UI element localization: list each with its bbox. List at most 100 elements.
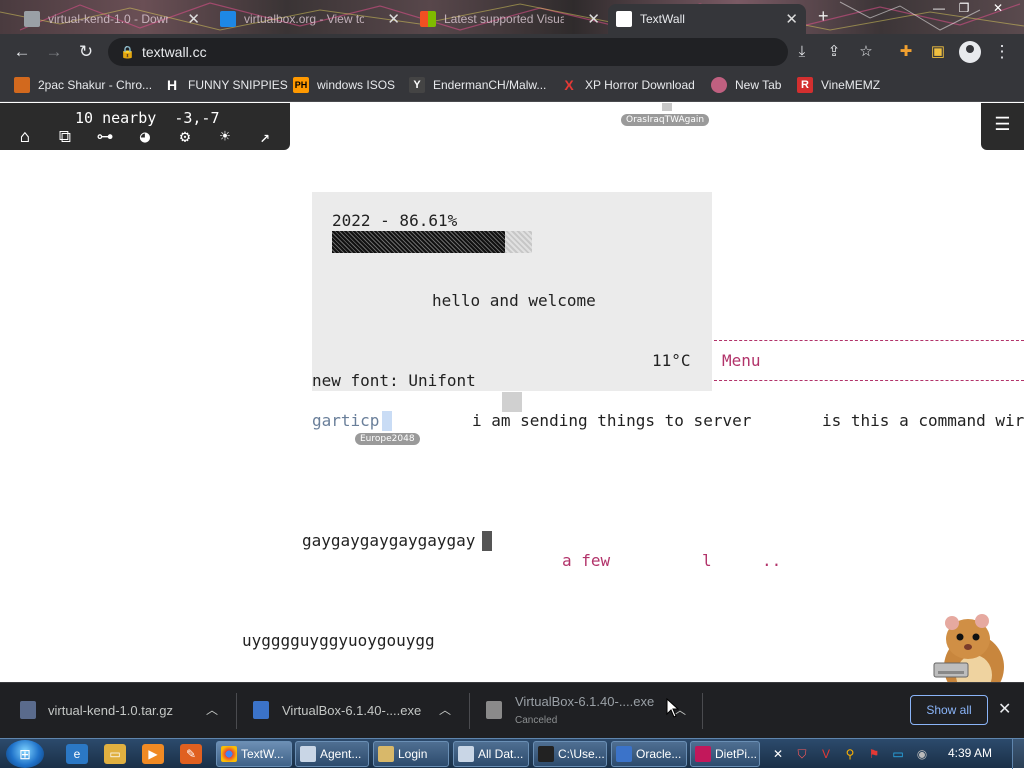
close-icon[interactable]: ✕ xyxy=(785,10,798,28)
bookmark-label: EndermanCH/Malw... xyxy=(433,78,547,92)
x-tray-icon[interactable]: ✕ xyxy=(770,746,786,762)
file-icon xyxy=(24,11,40,27)
lock-icon[interactable]: 🔒 xyxy=(120,38,135,66)
chat-icon[interactable]: ☰ xyxy=(981,103,1024,150)
h-icon: H xyxy=(166,77,178,93)
install-icon[interactable]: ⤓ xyxy=(792,42,812,62)
download-name: virtual-kend-1.0.tar.gz xyxy=(48,703,174,718)
bookmark-item[interactable]: 2pac Shakur - Chro... xyxy=(14,77,152,93)
tab-title: Latest supported Visual xyxy=(444,12,564,26)
bookmark-label: windows ISOS xyxy=(317,78,396,92)
taskbar-item[interactable]: Agent... xyxy=(295,741,369,767)
new-tab-button[interactable]: + xyxy=(818,6,829,27)
expand-arrow-icon[interactable]: ↗ xyxy=(254,127,276,147)
bookmark-star-icon[interactable]: ☆ xyxy=(856,42,876,62)
bookmark-label: VineMEMZ xyxy=(821,78,881,92)
taskbar-label: C:\Use... xyxy=(558,747,605,761)
few-text: a few xyxy=(562,551,611,570)
share-icon[interactable]: ⇪ xyxy=(824,42,844,62)
bookmark-label: FUNNY SNIPPIES xyxy=(188,78,288,92)
bookmarks-bar: 2pac Shakur - Chro... H FUNNY SNIPPIES P… xyxy=(0,70,1024,102)
copy-icon[interactable]: ⧉ xyxy=(54,127,76,147)
taskbar-item[interactable]: TextW... xyxy=(216,741,292,767)
text-caret xyxy=(482,531,492,551)
window-icon xyxy=(300,746,316,762)
taskbar-item[interactable]: Login xyxy=(373,741,449,767)
link-icon[interactable]: ⊶ xyxy=(94,127,116,147)
7zip-icon xyxy=(538,746,554,762)
clock[interactable]: 4:39 AM xyxy=(948,746,992,760)
year-progress-label: 2022 - 86.61% xyxy=(332,211,458,230)
media-player-icon[interactable]: ▶ xyxy=(142,744,164,764)
show-all-button[interactable]: Show all xyxy=(910,695,988,725)
bookmark-item[interactable]: PH windows ISOS xyxy=(293,77,395,93)
paint-icon[interactable]: ✎ xyxy=(180,744,202,764)
bookmark-item[interactable]: R VineMEMZ xyxy=(797,77,880,93)
folder-icon[interactable]: ▭ xyxy=(104,744,126,764)
v-tray-icon[interactable]: V xyxy=(818,746,834,762)
tab-microsoft[interactable]: Latest supported Visual ✕ xyxy=(412,4,608,34)
menu-dots-icon[interactable]: ⋮ xyxy=(992,42,1012,62)
bookmark-item[interactable]: X XP Horror Download xyxy=(561,77,695,93)
window-close-icon[interactable]: ✕ xyxy=(987,1,1009,15)
minimize-icon[interactable]: — xyxy=(928,1,950,15)
chevron-up-icon[interactable]: ︿ xyxy=(439,701,451,718)
palette-icon[interactable]: ◕ xyxy=(134,127,156,147)
tab-strip: virtual-kend-1.0 - Down ✕ virtualbox.org… xyxy=(0,0,1024,34)
cursor-name-tag: OrasIraqTWAgain xyxy=(621,114,710,126)
divider xyxy=(702,693,703,729)
taskbar-label: Login xyxy=(398,747,428,761)
taskbar-item[interactable]: Oracle... xyxy=(611,741,687,767)
back-icon[interactable]: ← xyxy=(12,42,32,62)
bookmark-item[interactable]: New Tab xyxy=(711,77,781,93)
textwall-canvas[interactable]: 10 nearby -3,-7 ⌂ ⧉ ⊶ ◕ ⚙ ☀ ↗ ☰ OrasIraq… xyxy=(0,103,1024,682)
reload-icon[interactable]: ↻ xyxy=(76,42,96,62)
volume-tray-icon[interactable]: ◉ xyxy=(914,746,930,762)
bookmark-item[interactable]: H FUNNY SNIPPIES xyxy=(164,77,288,93)
flag-tray-icon[interactable]: ⚑ xyxy=(866,746,882,762)
textwall-control-panel: 10 nearby -3,-7 ⌂ ⧉ ⊶ ◕ ⚙ ☀ ↗ xyxy=(0,103,290,150)
extensions-icon[interactable]: ✚ xyxy=(896,42,916,62)
ie-icon[interactable]: e xyxy=(66,744,88,764)
close-icon[interactable]: ✕ xyxy=(187,10,200,28)
chrome-icon xyxy=(221,746,237,762)
taskbar-item[interactable]: DietPi... xyxy=(690,741,760,767)
maximize-icon[interactable]: ❐ xyxy=(953,1,975,15)
start-button[interactable]: ⊞ xyxy=(6,740,44,768)
taskbar-item[interactable]: All Dat... xyxy=(453,741,529,767)
ph-icon: PH xyxy=(293,77,309,93)
windows-logo-icon: ⊞ xyxy=(19,746,31,762)
shield-tray-icon[interactable]: ⛉ xyxy=(794,746,810,762)
year-progress-fill xyxy=(332,231,506,253)
sidebar-icon[interactable]: ▣ xyxy=(928,42,948,62)
display-tray-icon[interactable]: ▭ xyxy=(890,746,906,762)
home-icon[interactable]: ⌂ xyxy=(14,127,36,147)
download-status: Canceled xyxy=(515,715,558,726)
tab-textwall[interactable]: TextWall ✕ xyxy=(608,4,806,34)
forward-icon[interactable]: → xyxy=(44,42,64,62)
theme-sun-icon[interactable]: ☀ xyxy=(214,127,236,147)
download-item[interactable]: virtual-kend-1.0.tar.gz ︿ xyxy=(0,683,236,739)
yp-icon: Y xyxy=(409,77,425,93)
settings-gear-icon[interactable]: ⚙ xyxy=(174,127,196,147)
taskbar-label: Agent... xyxy=(320,747,362,761)
bookmark-item[interactable]: Y EndermanCH/Malw... xyxy=(409,77,546,93)
tab-virtual-kend[interactable]: virtual-kend-1.0 - Down ✕ xyxy=(16,4,208,34)
tab-title: virtual-kend-1.0 - Down xyxy=(48,12,168,26)
close-icon[interactable]: ✕ xyxy=(998,699,1011,719)
menu-link[interactable]: Menu xyxy=(722,351,761,370)
close-icon[interactable]: ✕ xyxy=(387,10,400,28)
sending-text: i am sending things to server xyxy=(472,411,752,430)
taskbar-label: Oracle... xyxy=(636,747,682,761)
search-tray-icon[interactable]: ⚲ xyxy=(842,746,858,762)
microsoft-icon xyxy=(420,11,436,27)
taskbar-item[interactable]: C:\Use... xyxy=(533,741,607,767)
download-item[interactable]: VirtualBox-6.1.40-....exe ︿ xyxy=(237,683,469,739)
chevron-up-icon[interactable]: ︿ xyxy=(206,701,218,718)
window-icon xyxy=(458,746,474,762)
address-bar[interactable]: 🔒 textwall.cc xyxy=(108,38,788,66)
tab-virtualbox[interactable]: virtualbox.org - View to ✕ xyxy=(212,4,408,34)
profile-avatar[interactable] xyxy=(959,41,981,63)
close-icon[interactable]: ✕ xyxy=(587,10,600,28)
show-desktop-button[interactable] xyxy=(1012,739,1024,769)
